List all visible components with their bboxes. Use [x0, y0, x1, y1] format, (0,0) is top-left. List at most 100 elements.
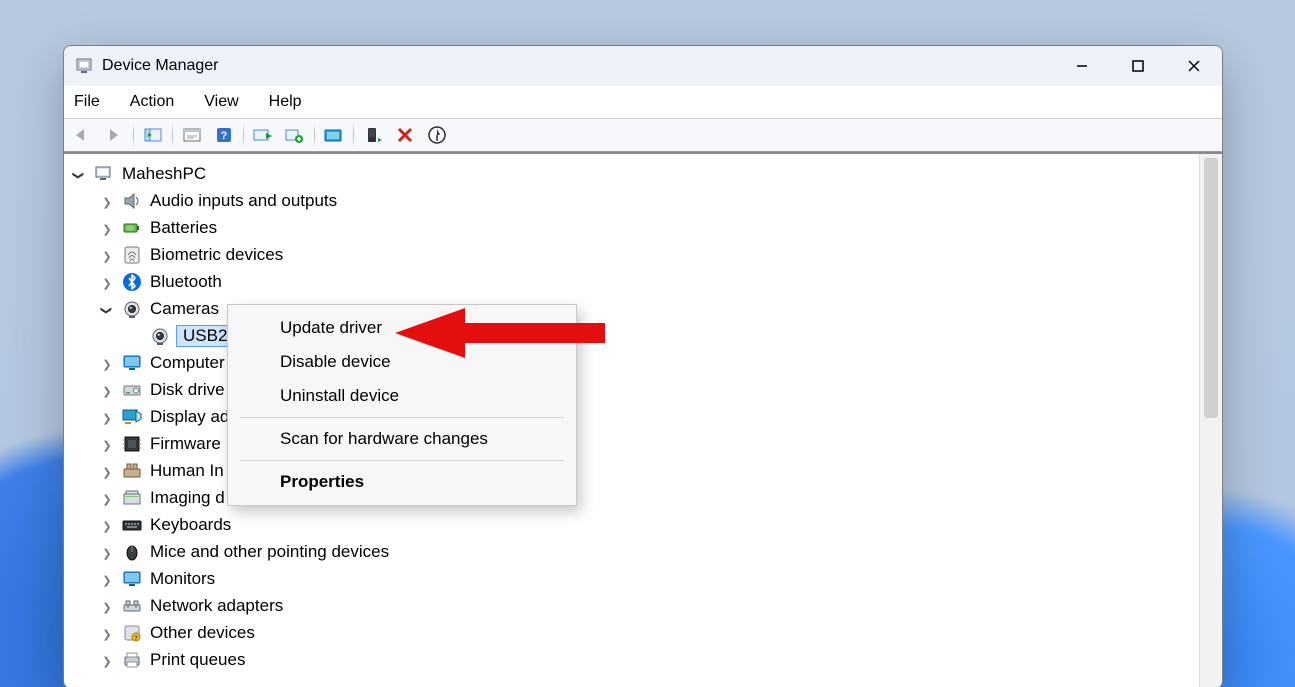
hid-icon — [122, 461, 142, 481]
tree-category[interactable]: Batteries — [64, 214, 1199, 241]
tree-item-label[interactable]: Bluetooth — [148, 272, 224, 292]
chevron-right-icon[interactable] — [98, 596, 116, 616]
tree-category[interactable]: Biometric devices — [64, 241, 1199, 268]
tree-item-label[interactable]: Monitors — [148, 569, 217, 589]
tree-item-label[interactable]: Batteries — [148, 218, 219, 238]
enable-device-toolbar-icon[interactable] — [421, 120, 453, 150]
ctx-uninstall-device[interactable]: Uninstall device — [228, 379, 576, 413]
chevron-right-icon[interactable] — [98, 407, 116, 427]
tree-category[interactable]: Audio inputs and outputs — [64, 187, 1199, 214]
chevron-right-icon[interactable] — [98, 650, 116, 670]
menu-file[interactable]: File — [70, 91, 104, 113]
tree-item-label[interactable]: Human In — [148, 461, 226, 481]
properties-toolbar-icon[interactable] — [176, 120, 208, 150]
tree-item-label[interactable]: Firmware — [148, 434, 223, 454]
imaging-icon — [122, 488, 142, 508]
svg-text:?: ? — [134, 636, 138, 642]
chevron-right-icon[interactable] — [98, 272, 116, 292]
menu-action[interactable]: Action — [126, 91, 178, 113]
back-icon[interactable] — [66, 120, 98, 150]
svg-text:?: ? — [221, 130, 228, 142]
tree-category[interactable]: Print queues — [64, 646, 1199, 673]
bluetooth-icon — [122, 272, 142, 292]
minimize-button[interactable] — [1054, 46, 1110, 86]
maximize-button[interactable] — [1110, 46, 1166, 86]
firmware-icon — [122, 434, 142, 454]
tree-root[interactable]: MaheshPC — [64, 160, 1199, 187]
ctx-disable-device[interactable]: Disable device — [228, 345, 576, 379]
chevron-right-icon[interactable] — [98, 191, 116, 211]
window-title: Device Manager — [102, 57, 1054, 75]
toolbar: ? — [64, 118, 1222, 152]
ctx-separator — [240, 417, 564, 418]
tree-item-label[interactable]: Keyboards — [148, 515, 233, 535]
computer-root-icon — [94, 164, 114, 184]
tree-item-label[interactable]: Imaging d — [148, 488, 227, 508]
uninstall-device-toolbar-icon[interactable] — [357, 120, 389, 150]
chevron-right-icon[interactable] — [98, 434, 116, 454]
ctx-properties[interactable]: Properties — [228, 465, 576, 499]
chevron-down-icon[interactable] — [70, 164, 88, 184]
help-toolbar-icon[interactable]: ? — [208, 120, 240, 150]
camera-icon — [150, 326, 170, 346]
battery-icon — [122, 218, 142, 238]
network-icon — [122, 596, 142, 616]
tree-item-label[interactable]: Biometric devices — [148, 245, 285, 265]
monitor-icon — [122, 569, 142, 589]
ctx-separator — [240, 460, 564, 461]
tree-item-label[interactable]: Disk drive — [148, 380, 227, 400]
tree-item-label[interactable]: Computer — [148, 353, 227, 373]
device-manager-window: Device Manager File Action View Help — [63, 45, 1223, 687]
menu-help[interactable]: Help — [265, 91, 306, 113]
chevron-right-icon[interactable] — [98, 245, 116, 265]
titlebar: Device Manager — [64, 46, 1222, 86]
tree-item-label[interactable]: Audio inputs and outputs — [148, 191, 339, 211]
tree-category[interactable]: Network adapters — [64, 592, 1199, 619]
speaker-icon — [122, 191, 142, 211]
chevron-right-icon[interactable] — [98, 380, 116, 400]
tree-item-label[interactable]: Mice and other pointing devices — [148, 542, 391, 562]
chevron-right-icon[interactable] — [98, 353, 116, 373]
context-menu: Update driver Disable device Uninstall d… — [227, 304, 577, 506]
mouse-icon — [122, 542, 142, 562]
chevron-right-icon[interactable] — [98, 218, 116, 238]
fingerprint-icon — [122, 245, 142, 265]
printer-icon — [122, 650, 142, 670]
close-button[interactable] — [1166, 46, 1222, 86]
disk-icon — [122, 380, 142, 400]
update-driver-toolbar-icon[interactable] — [318, 120, 350, 150]
app-icon — [74, 56, 94, 76]
tree-category[interactable]: ? Other devices — [64, 619, 1199, 646]
unknown-icon: ? — [122, 623, 142, 643]
monitor-icon — [122, 353, 142, 373]
scan-hardware-icon[interactable] — [247, 120, 279, 150]
forward-icon[interactable] — [98, 120, 130, 150]
tree-category[interactable]: Bluetooth — [64, 268, 1199, 295]
chevron-right-icon[interactable] — [98, 461, 116, 481]
tree-item-label[interactable]: Print queues — [148, 650, 247, 670]
vertical-scrollbar[interactable] — [1199, 154, 1222, 687]
tree-item-label[interactable]: Display ad — [148, 407, 231, 427]
tree-item-label[interactable]: Cameras — [148, 299, 221, 319]
tree-category[interactable]: Keyboards — [64, 511, 1199, 538]
chevron-right-icon[interactable] — [98, 569, 116, 589]
ctx-scan-hardware[interactable]: Scan for hardware changes — [228, 422, 576, 456]
show-console-tree-icon[interactable] — [137, 120, 169, 150]
add-legacy-icon[interactable] — [279, 120, 311, 150]
tree-item-label[interactable]: Network adapters — [148, 596, 285, 616]
camera-icon — [122, 299, 142, 319]
tree-category[interactable]: Mice and other pointing devices — [64, 538, 1199, 565]
chevron-down-icon[interactable] — [98, 299, 116, 319]
chevron-right-icon[interactable] — [98, 542, 116, 562]
tree-item-label[interactable]: Other devices — [148, 623, 257, 643]
scroll-thumb[interactable] — [1204, 158, 1218, 418]
ctx-update-driver[interactable]: Update driver — [228, 311, 576, 345]
tree-item-label[interactable]: MaheshPC — [120, 164, 208, 184]
chevron-right-icon[interactable] — [98, 515, 116, 535]
menu-view[interactable]: View — [200, 91, 242, 113]
chevron-right-icon[interactable] — [98, 623, 116, 643]
chevron-right-icon[interactable] — [98, 488, 116, 508]
display-adapter-icon — [122, 407, 142, 427]
disable-device-toolbar-icon[interactable] — [389, 120, 421, 150]
tree-category[interactable]: Monitors — [64, 565, 1199, 592]
